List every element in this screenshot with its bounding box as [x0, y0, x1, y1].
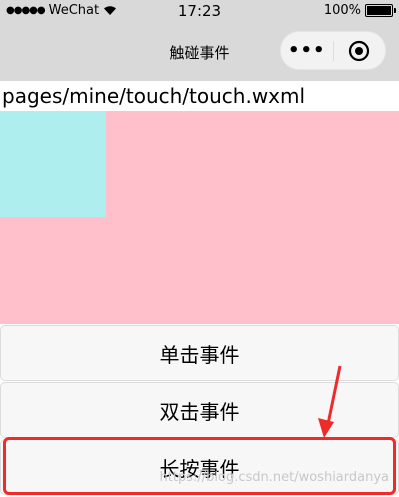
touch-area[interactable] [0, 111, 399, 324]
draggable-box[interactable] [0, 111, 106, 217]
capsule-menu: ••• [280, 31, 386, 70]
status-bar: ●●●●● WeChat 17:23 100% [0, 0, 399, 24]
status-bar-right: 100% [323, 3, 396, 18]
more-dots-icon[interactable]: ••• [281, 41, 333, 60]
page-path-label: pages/mine/touch/touch.wxml [2, 84, 306, 108]
watermark: https://blog.csdn.net/woshiardanya [159, 470, 389, 485]
battery-icon [365, 4, 396, 17]
long-press-button[interactable]: 长按事件 [0, 439, 399, 495]
navigation-bar: 触碰事件 ••• [0, 24, 399, 81]
red-arrow-icon [318, 365, 342, 438]
target-close-icon[interactable] [334, 40, 386, 62]
battery-percent: 100% [323, 3, 361, 18]
